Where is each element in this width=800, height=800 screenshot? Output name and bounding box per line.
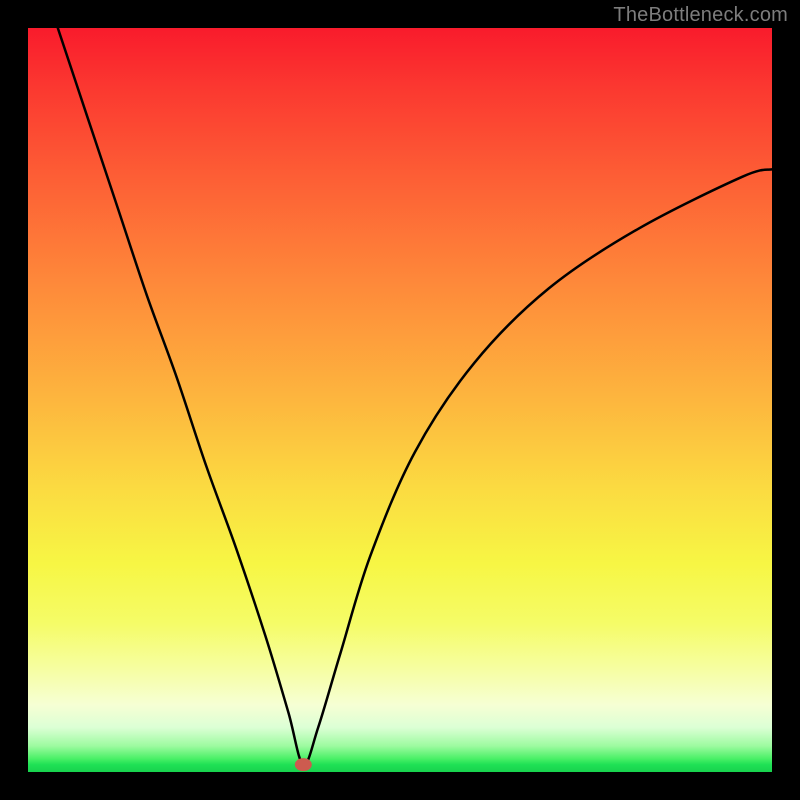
plot-area: [28, 28, 772, 772]
curve-layer: [28, 28, 772, 772]
bottleneck-curve: [58, 28, 772, 765]
watermark-text: TheBottleneck.com: [613, 4, 788, 27]
chart-stage: TheBottleneck.com: [0, 0, 800, 800]
cusp-marker: [295, 759, 311, 771]
